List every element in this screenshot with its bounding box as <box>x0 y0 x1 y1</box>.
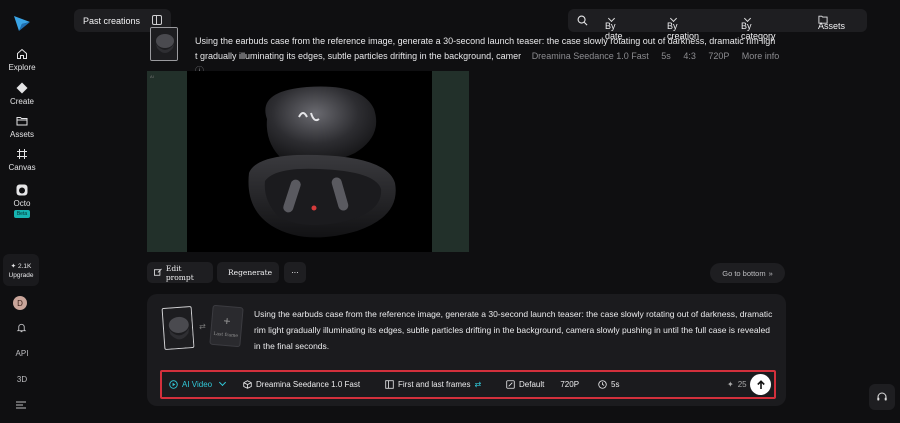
diamond-icon <box>16 82 28 94</box>
more-options-button[interactable]: ··· <box>284 262 306 283</box>
sidebar-item-canvas[interactable]: Canvas <box>0 148 44 172</box>
sidebar-item-label: Canvas <box>8 163 36 172</box>
double-chevron-down-icon: » <box>768 268 773 278</box>
octo-icon <box>16 184 28 196</box>
aspect-ratio-icon <box>506 380 515 389</box>
creation-model: Dreamina Seedance 1.0 Fast <box>531 51 649 61</box>
credit-cost: ✦ 25 <box>727 380 747 389</box>
edit-prompt-button[interactable]: Edit prompt <box>147 262 213 283</box>
sidebar-item-assets[interactable]: Assets <box>0 115 44 139</box>
upgrade-button[interactable]: ✦ 2.1K Upgrade <box>3 254 39 286</box>
frames-icon <box>385 380 394 389</box>
swap-frames-icon[interactable]: ⇄ <box>199 322 206 331</box>
canvas-icon <box>17 149 27 159</box>
sidebar-item-label: Create <box>9 97 34 106</box>
chevron-down-icon <box>219 378 227 387</box>
headset-icon <box>877 392 887 401</box>
last-frame-upload[interactable]: + Last frame <box>209 304 244 348</box>
menu-icon[interactable] <box>16 401 26 409</box>
avatar[interactable]: D <box>13 296 27 310</box>
send-button[interactable] <box>750 374 771 395</box>
filter-by-date[interactable]: By date <box>605 14 623 41</box>
sidebar-item-explore[interactable]: Explore <box>0 48 44 72</box>
support-button[interactable] <box>869 384 895 410</box>
folder-icon <box>16 117 28 126</box>
beta-badge: Beta <box>13 210 31 218</box>
clock-icon <box>598 380 607 389</box>
generated-image-canvas <box>187 71 432 252</box>
frames-selector[interactable]: First and last frames ⇄ <box>385 380 481 389</box>
filter-by-category[interactable]: By category <box>741 14 776 41</box>
sidebar-item-label: Explore <box>8 63 36 72</box>
creation-prompt-line1: Using the earbuds case from the referenc… <box>195 36 776 46</box>
credits-count: ✦ 2.1K <box>10 262 32 270</box>
edit-icon <box>154 268 162 276</box>
sidebar-item-octo[interactable]: Octo Beta <box>0 184 44 218</box>
sidebar-item-label: Assets <box>9 130 34 139</box>
aspect-selector[interactable]: Default 720P <box>506 380 579 389</box>
creation-prompt-line2: t gradually illuminating its edges, subt… <box>195 51 522 61</box>
sidebar: Explore Create Assets Canvas Octo Beta ✦… <box>0 0 44 423</box>
regenerate-button[interactable]: Regenerate <box>217 262 279 283</box>
first-frame-thumbnail[interactable] <box>161 306 195 350</box>
last-frame-label: Last frame <box>213 331 239 340</box>
earbuds-case-thumbnail-icon <box>151 28 177 60</box>
creation-ratio: 4:3 <box>683 51 696 61</box>
cube-icon <box>243 380 252 389</box>
past-creations-label: Past creations <box>83 15 141 26</box>
sidebar-toggle-icon[interactable] <box>152 15 162 25</box>
app-logo-icon[interactable] <box>13 14 31 32</box>
filter-by-creation[interactable]: By creation <box>667 14 699 41</box>
home-icon <box>17 48 27 59</box>
duration-selector[interactable]: 5s <box>598 380 619 389</box>
ai-video-icon <box>169 380 178 389</box>
prompt-input[interactable]: Using the earbuds case from the referenc… <box>254 306 774 354</box>
sparkle-icon: ✦ <box>727 380 734 389</box>
go-to-bottom-button[interactable]: Go to bottom » <box>710 263 785 283</box>
reference-thumbnail[interactable] <box>150 27 178 61</box>
creation-duration: 5s <box>661 51 671 61</box>
plus-icon: + <box>222 313 232 329</box>
search-icon[interactable] <box>577 15 588 26</box>
upgrade-label: Upgrade <box>8 271 34 279</box>
generated-image[interactable]: AI <box>147 71 469 252</box>
mode-selector[interactable]: AI Video <box>169 378 227 389</box>
3d-link[interactable]: 3D <box>0 375 44 384</box>
sidebar-item-create[interactable]: Create <box>0 82 44 106</box>
earbuds-case-thumbnail-icon <box>162 306 195 350</box>
creation-resolution: 720P <box>708 51 730 61</box>
api-link[interactable]: API <box>0 349 44 358</box>
resolution-value: 720P <box>560 380 580 389</box>
generation-toolbar: AI Video Dreamina Seedance 1.0 Fast Firs… <box>160 370 776 399</box>
earbuds-case-image-icon <box>248 86 396 238</box>
assets-button[interactable]: Assets <box>818 15 845 31</box>
image-tag: AI <box>150 74 154 79</box>
model-selector[interactable]: Dreamina Seedance 1.0 Fast <box>243 380 360 389</box>
swap-arrows-icon: ⇄ <box>474 380 482 389</box>
arrow-up-icon <box>756 379 765 389</box>
sidebar-item-label: Octo <box>13 199 31 208</box>
bell-icon[interactable] <box>16 322 27 333</box>
filter-bar: By date By creation By category Assets <box>568 9 867 41</box>
